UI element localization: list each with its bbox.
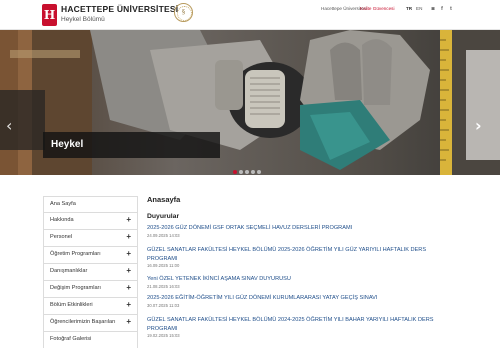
- facebook-icon[interactable]: f: [439, 5, 445, 12]
- quality-assurance-link[interactable]: Kalite Güvencesi: [360, 5, 394, 13]
- announcement-link[interactable]: GÜZEL SANATLAR FAKÜLTESİ HEYKEL BÖLÜMÜ 2…: [147, 246, 447, 263]
- slider-next-arrow-icon[interactable]: ›: [475, 118, 482, 134]
- sidebar-item[interactable]: Fotoğraf Galerisi: [43, 332, 138, 348]
- slider-dot[interactable]: [233, 170, 237, 174]
- sidebar-item[interactable]: Ana Sayfa: [43, 196, 138, 213]
- expand-plus-icon[interactable]: +: [126, 266, 131, 276]
- expand-plus-icon[interactable]: +: [126, 215, 131, 225]
- announcement-link[interactable]: 2025-2026 EĞİTİM-ÖĞRETİM YILI GÜZ DÖNEMİ…: [147, 294, 447, 303]
- sidebar-item-label: Öğrencilerimizin Başarıları: [50, 319, 116, 325]
- sidebar-item-label: Ana Sayfa: [50, 201, 76, 207]
- announcement-item: Yeni ÖZEL YETENEK İKİNCİ AŞAMA SINAV DUY…: [147, 275, 447, 290]
- announcement-date: 19.02.2025 15:03: [147, 333, 180, 338]
- announcements-heading: Duyurular: [147, 213, 180, 220]
- instagram-icon[interactable]: ◙: [430, 5, 436, 12]
- sidebar-item-label: Personel: [50, 234, 73, 240]
- announcement-link[interactable]: 2025-2026 GÜZ DÖNEMİ GSF ORTAK SEÇMELİ H…: [147, 224, 447, 233]
- announcement-date: 21.08.2025 16:03: [147, 283, 180, 289]
- sidebar-item-label: Bölüm Etkinlikleri: [50, 302, 93, 308]
- university-logo[interactable]: H: [42, 4, 57, 26]
- page-title: Anasayfa: [147, 195, 181, 204]
- expand-plus-icon[interactable]: +: [126, 232, 131, 242]
- sidebar-item-label: Hakkında: [50, 217, 74, 223]
- twitter-icon[interactable]: t: [448, 5, 454, 12]
- slider-dot[interactable]: [239, 170, 243, 174]
- slider-dot[interactable]: [251, 170, 255, 174]
- slider-dot[interactable]: [245, 170, 249, 174]
- expand-plus-icon[interactable]: +: [126, 317, 131, 327]
- department-name[interactable]: Heykel Bölümü: [61, 16, 105, 23]
- announcement-link[interactable]: Yeni ÖZEL YETENEK İKİNCİ AŞAMA SINAV DUY…: [147, 275, 447, 284]
- sidebar-menu: Ana Sayfa Hakkında + Personel + Öğretim Progr…: [43, 196, 138, 348]
- expand-plus-icon[interactable]: +: [126, 283, 131, 293]
- sidebar-item[interactable]: Bölüm Etkinlikleri +: [43, 298, 138, 315]
- site-header: H HACETTEPE ÜNİVERSİTESİ Heykel Bölümü §…: [0, 0, 500, 30]
- announcement-date: 30.07.2025 11:03: [147, 302, 180, 308]
- announcement-link[interactable]: GÜZEL SANATLAR FAKÜLTESİ HEYKEL BÖLÜMÜ 2…: [147, 316, 447, 333]
- sidebar-item[interactable]: Personel +: [43, 230, 138, 247]
- announcement-item: GÜZEL SANATLAR FAKÜLTESİ HEYKEL BÖLÜMÜ 2…: [147, 316, 447, 339]
- language-tr-link[interactable]: TR: [406, 5, 412, 13]
- sidebar-item[interactable]: Değişim Programları +: [43, 281, 138, 298]
- announcement-item: GÜZEL SANATLAR FAKÜLTESİ HEYKEL BÖLÜMÜ 2…: [147, 246, 447, 269]
- announcement-item: 2025-2026 GÜZ DÖNEMİ GSF ORTAK SEÇMELİ H…: [147, 224, 447, 239]
- slide-caption-text: Heykel: [51, 139, 84, 150]
- language-en-link[interactable]: EN: [416, 5, 422, 13]
- sidebar-item[interactable]: Hakkında +: [43, 213, 138, 230]
- announcement-date: 24.09.2025 14:03: [147, 232, 180, 238]
- sidebar-item-label: Değişim Programları: [50, 285, 101, 291]
- sidebar-item[interactable]: Öğretim Programları +: [43, 247, 138, 264]
- announcement-item: 2025-2026 EĞİTİM-ÖĞRETİM YILI GÜZ DÖNEMİ…: [147, 294, 447, 309]
- sidebar-item-label: Öğretim Programları: [50, 251, 101, 257]
- expand-plus-icon[interactable]: +: [126, 300, 131, 310]
- slider-indicators: [233, 170, 261, 174]
- sidebar-item-label: Fotoğraf Galerisi: [50, 336, 92, 342]
- expand-plus-icon[interactable]: +: [126, 249, 131, 259]
- faculty-seal-icon: §: [174, 3, 193, 22]
- announcement-date: 16.09.2025 11:00: [147, 263, 180, 268]
- sidebar-item[interactable]: Danışmanlıklar +: [43, 264, 138, 281]
- sidebar-item-label: Danışmanlıklar: [50, 268, 88, 274]
- university-name[interactable]: HACETTEPE ÜNİVERSİTESİ: [61, 4, 178, 14]
- slider-dot[interactable]: [257, 170, 261, 174]
- slide-caption: Heykel: [43, 132, 220, 158]
- slider-prev-arrow-icon[interactable]: ‹: [6, 118, 12, 134]
- sidebar-item[interactable]: Öğrencilerimizin Başarıları +: [43, 315, 138, 332]
